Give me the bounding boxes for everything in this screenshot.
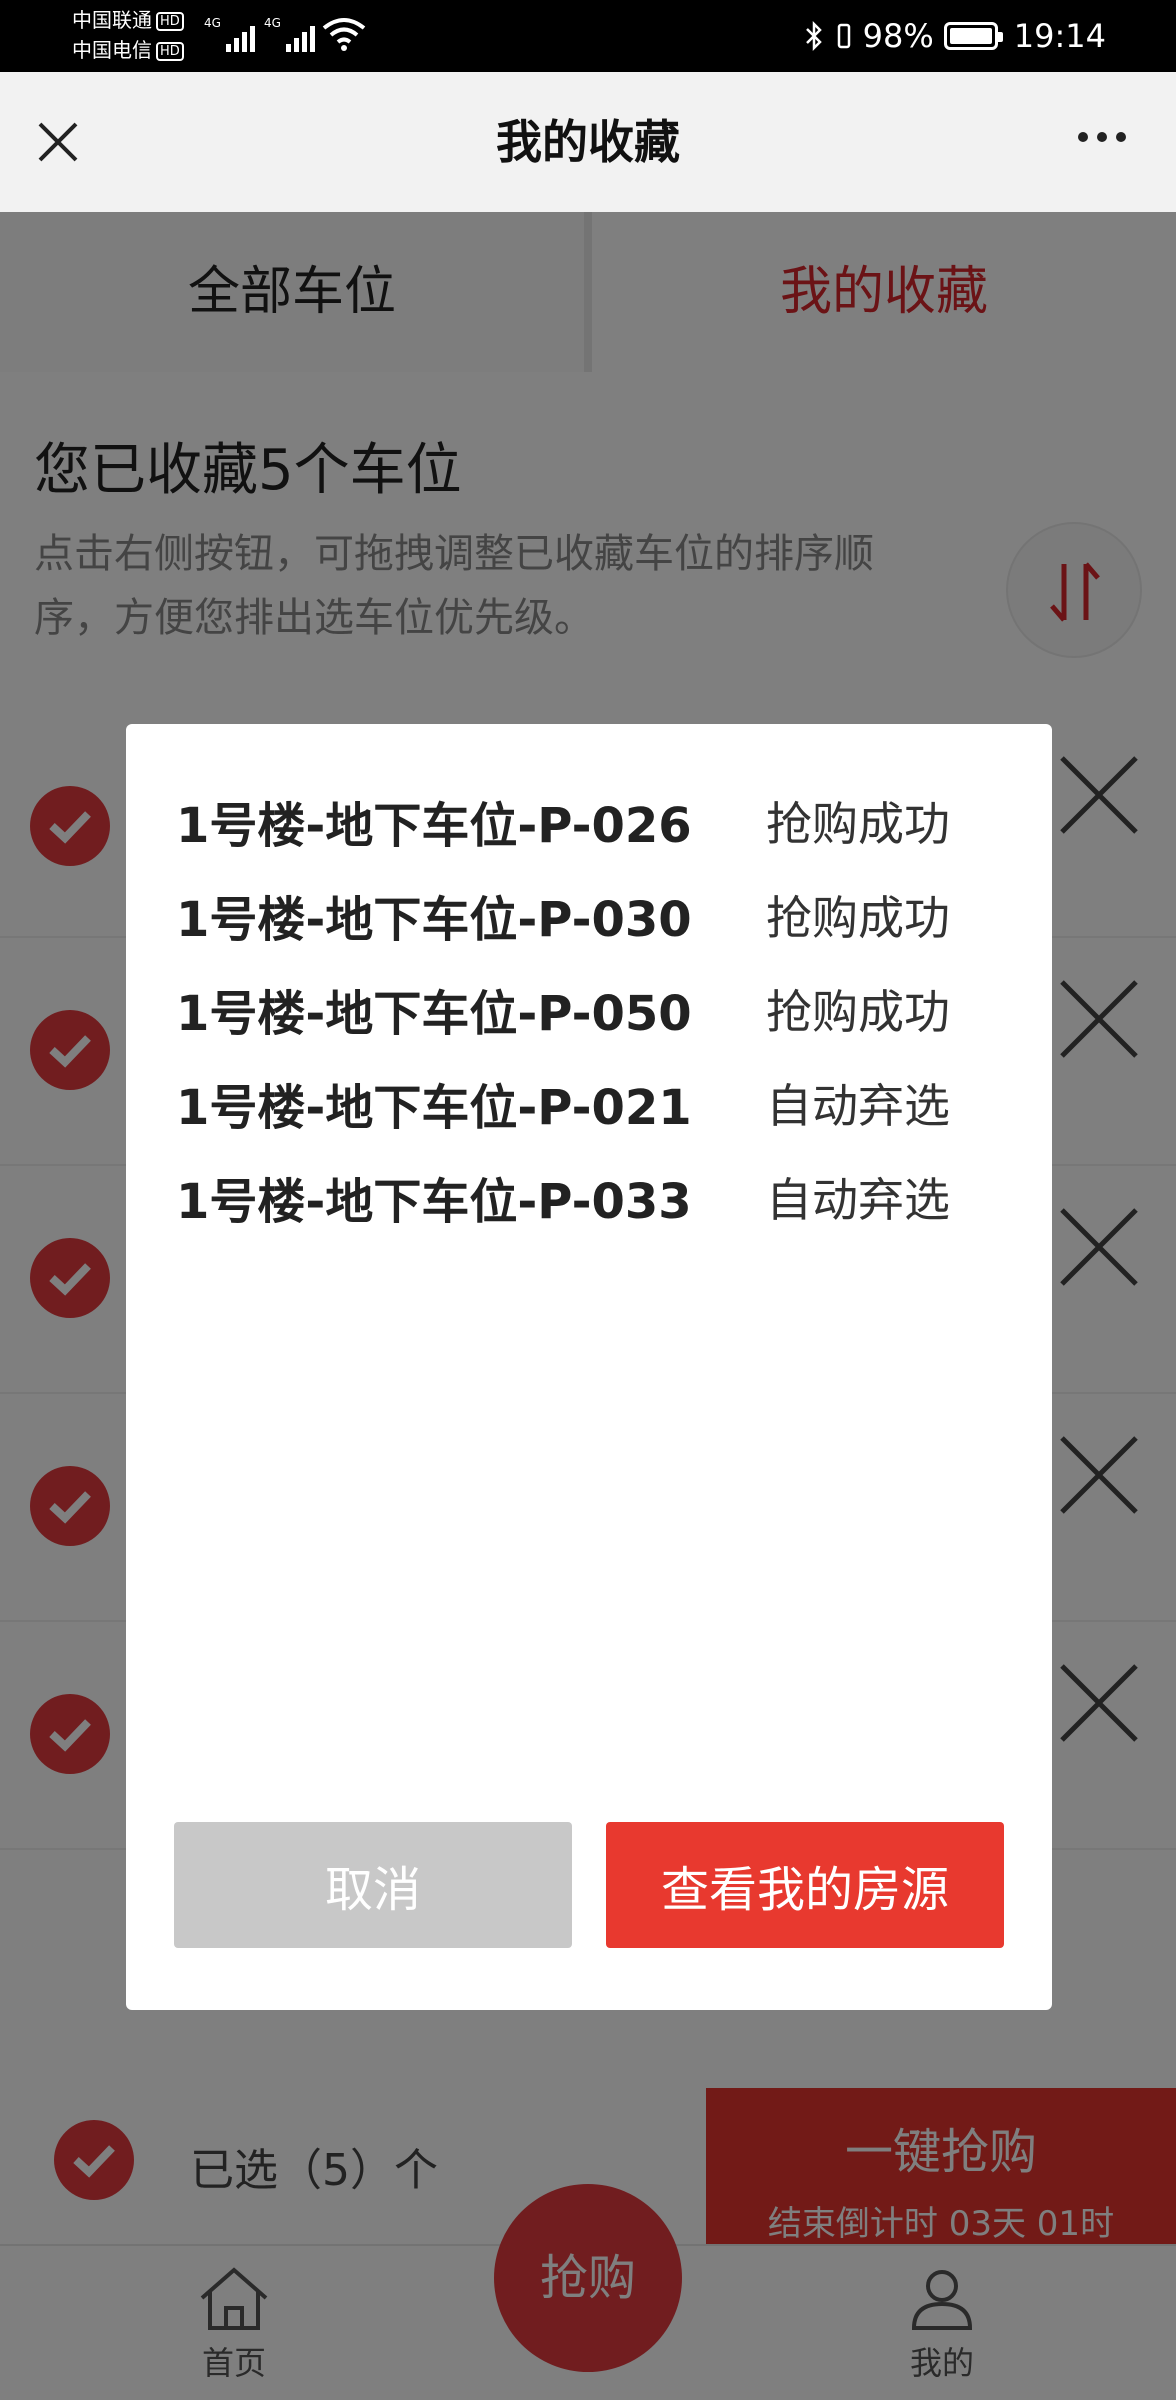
cancel-button[interactable]: 取消 [174, 1822, 572, 1948]
result-row: 1号楼-地下车位-P-026 抢购成功 [176, 786, 1016, 856]
result-status: 抢购成功 [766, 797, 950, 851]
page-title: 我的收藏 [496, 115, 680, 169]
more-icon[interactable] [1078, 132, 1126, 142]
battery-icon [943, 22, 1003, 50]
status-bar: 中国联通 HD 中国电信 HD 4G 4G 98% 19:14 [0, 0, 1176, 72]
battery-percent: 98% [862, 17, 934, 55]
parking-spot-name: 1号楼-地下车位-P-021 [176, 1080, 692, 1136]
carrier-2: 中国电信 HD [72, 38, 184, 62]
carrier-1: 中国联通 HD [72, 8, 184, 32]
status-right: 98% 19:14 [803, 10, 1106, 62]
vibrate-icon [837, 23, 850, 49]
signal-icon: 4G [264, 16, 315, 52]
view-my-property-button[interactable]: 查看我的房源 [606, 1822, 1004, 1948]
result-status: 抢购成功 [766, 891, 950, 945]
parking-spot-name: 1号楼-地下车位-P-033 [176, 1174, 692, 1230]
result-status: 自动弃选 [766, 1079, 950, 1133]
result-status: 自动弃选 [766, 1173, 950, 1227]
title-bar: 我的收藏 [0, 72, 1176, 212]
result-row: 1号楼-地下车位-P-021 自动弃选 [176, 1068, 1016, 1138]
bluetooth-icon [805, 20, 822, 52]
result-status: 抢购成功 [766, 985, 950, 1039]
grab-result-dialog: 1号楼-地下车位-P-026 抢购成功 1号楼-地下车位-P-030 抢购成功 … [126, 724, 1052, 2010]
parking-spot-name: 1号楼-地下车位-P-050 [176, 986, 692, 1042]
result-row: 1号楼-地下车位-P-030 抢购成功 [176, 880, 1016, 950]
result-row: 1号楼-地下车位-P-033 自动弃选 [176, 1162, 1016, 1232]
result-row: 1号楼-地下车位-P-050 抢购成功 [176, 974, 1016, 1044]
wifi-icon [322, 18, 366, 51]
signal-icon: 4G [204, 16, 255, 52]
parking-spot-name: 1号楼-地下车位-P-026 [176, 798, 692, 854]
parking-spot-name: 1号楼-地下车位-P-030 [176, 892, 692, 948]
clock: 19:14 [1013, 17, 1106, 55]
